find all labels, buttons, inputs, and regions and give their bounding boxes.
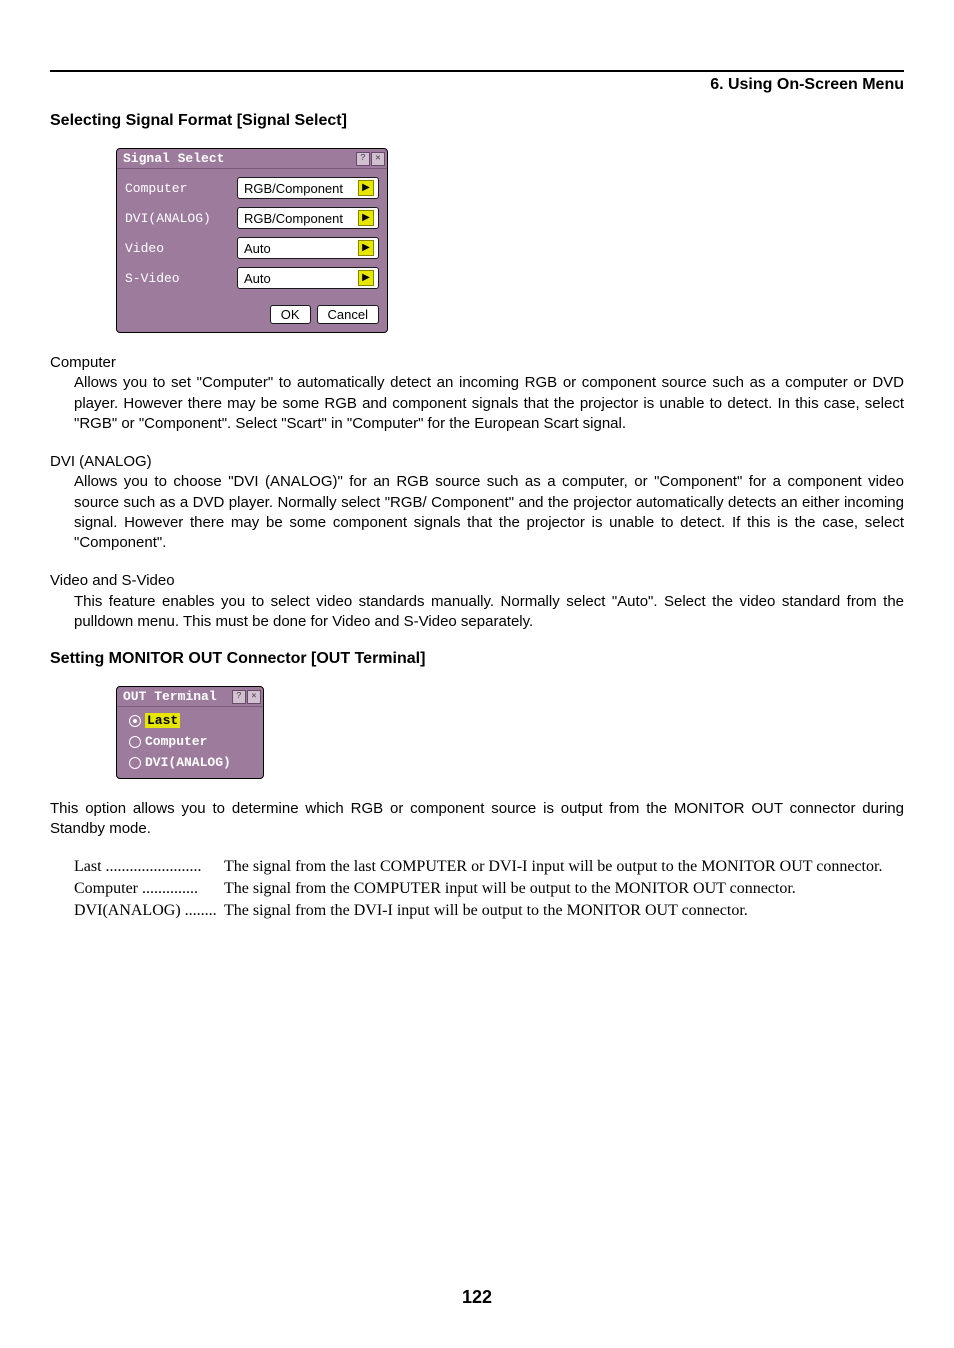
radio-option-last[interactable]: Last [129, 713, 255, 728]
select-dvi[interactable]: RGB/Component ▶ [237, 207, 379, 229]
radio-label: DVI(ANALOG) [145, 755, 231, 770]
def-row-computer: Computer .............. The signal from … [74, 880, 904, 898]
row-label-video: Video [125, 241, 237, 256]
close-icon[interactable]: ✕ [247, 690, 261, 704]
dialog-titlebar: OUT Terminal ? ✕ [117, 687, 263, 707]
radio-icon [129, 736, 141, 748]
header-rule [50, 70, 904, 72]
paragraph-computer: Computer Allows you to set "Computer" to… [50, 353, 904, 434]
radio-label: Last [145, 713, 180, 728]
definition-body: Allows you to choose "DVI (ANALOG)" for … [50, 472, 904, 553]
term: Video and S-Video [50, 571, 904, 591]
select-computer[interactable]: RGB/Component ▶ [237, 177, 379, 199]
def-term: Computer .............. [74, 880, 224, 898]
select-value: Auto [244, 241, 271, 256]
term: DVI (ANALOG) [50, 452, 904, 472]
definition-list: Last ........................ The signal… [50, 858, 904, 920]
document-page: 6. Using On-Screen Menu Selecting Signal… [0, 0, 954, 1348]
def-term: DVI(ANALOG) ........ [74, 902, 224, 920]
def-desc: The signal from the DVI-I input will be … [224, 902, 748, 920]
chevron-right-icon: ▶ [358, 180, 374, 196]
signal-select-heading: Selecting Signal Format [Signal Select] [50, 112, 904, 130]
help-icon[interactable]: ? [232, 690, 246, 704]
row-label-svideo: S-Video [125, 271, 237, 286]
select-value: RGB/Component [244, 211, 343, 226]
def-term: Last ........................ [74, 858, 224, 876]
select-video[interactable]: Auto ▶ [237, 237, 379, 259]
definition-body: Allows you to set "Computer" to automati… [50, 373, 904, 434]
row-label-dvi: DVI(ANALOG) [125, 211, 237, 226]
chevron-right-icon: ▶ [358, 210, 374, 226]
radio-option-dvi[interactable]: DVI(ANALOG) [129, 755, 255, 770]
chevron-right-icon: ▶ [358, 270, 374, 286]
chevron-right-icon: ▶ [358, 240, 374, 256]
term: Computer [50, 353, 904, 373]
radio-icon [129, 715, 141, 727]
out-terminal-heading: Setting MONITOR OUT Connector [OUT Termi… [50, 650, 904, 668]
section-header: 6. Using On-Screen Menu [50, 76, 904, 94]
select-svideo[interactable]: Auto ▶ [237, 267, 379, 289]
dialog-title: Signal Select [123, 151, 224, 166]
radio-option-computer[interactable]: Computer [129, 734, 255, 749]
close-icon[interactable]: ✕ [371, 152, 385, 166]
ok-button[interactable]: OK [270, 305, 311, 324]
dialog-titlebar: Signal Select ? ✕ [117, 149, 387, 169]
def-row-dvi: DVI(ANALOG) ........ The signal from the… [74, 902, 904, 920]
out-terminal-dialog: OUT Terminal ? ✕ Last Computer DVI(ANALO… [116, 686, 264, 779]
def-row-last: Last ........................ The signal… [74, 858, 904, 876]
paragraph-dvi: DVI (ANALOG) Allows you to choose "DVI (… [50, 452, 904, 553]
select-value: Auto [244, 271, 271, 286]
help-icon[interactable]: ? [356, 152, 370, 166]
dialog-title: OUT Terminal [123, 689, 217, 704]
radio-label: Computer [145, 734, 207, 749]
paragraph-out-intro: This option allows you to determine whic… [50, 799, 904, 840]
paragraph-video: Video and S-Video This feature enables y… [50, 571, 904, 632]
page-number: 122 [0, 1287, 954, 1308]
definition-body: This feature enables you to select video… [50, 592, 904, 633]
row-label-computer: Computer [125, 181, 237, 196]
select-value: RGB/Component [244, 181, 343, 196]
radio-icon [129, 757, 141, 769]
def-desc: The signal from the last COMPUTER or DVI… [224, 858, 882, 876]
cancel-button[interactable]: Cancel [317, 305, 379, 324]
signal-select-dialog: Signal Select ? ✕ Computer RGB/Component… [116, 148, 388, 333]
def-desc: The signal from the COMPUTER input will … [224, 880, 796, 898]
